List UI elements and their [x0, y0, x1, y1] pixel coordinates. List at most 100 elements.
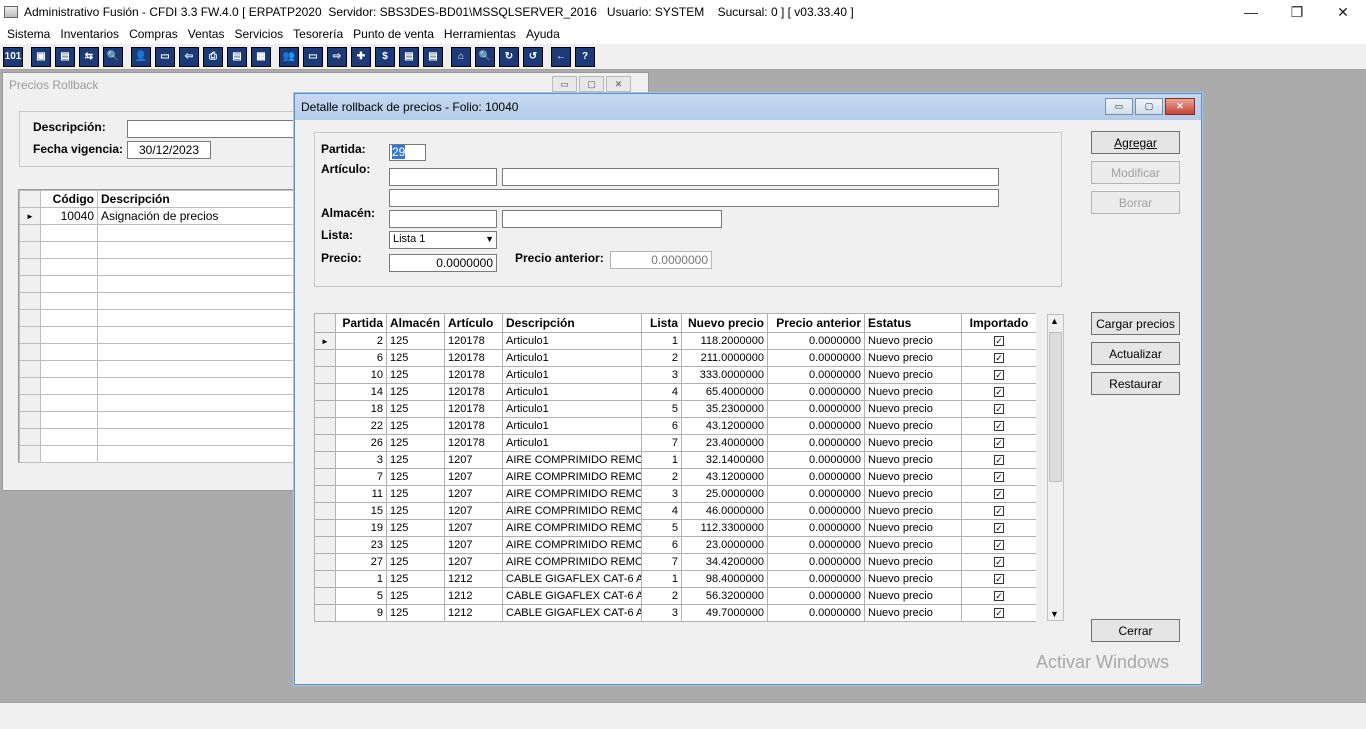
table-row[interactable] — [19, 343, 314, 361]
table-row[interactable]: 11 125 1207 AIRE COMPRIMIDO REMOV 3 25.000000… — [314, 485, 1036, 503]
maximize-button[interactable]: ▢ — [579, 76, 604, 92]
table-row[interactable]: ► 2 125 120178 Articulo1 1 118.2000000 0.000000… — [314, 332, 1036, 350]
toolbar-button-icon[interactable]: ▣ — [31, 46, 51, 67]
toolbar-button-icon[interactable]: 🔍 — [475, 46, 495, 67]
importado-checkbox[interactable]: ✓ — [994, 404, 1004, 414]
importado-checkbox[interactable]: ✓ — [994, 523, 1004, 533]
estatus-header[interactable]: Estatus — [864, 313, 962, 333]
table-row[interactable]: 27 125 1207 AIRE COMPRIMIDO REMOV 7 34.420000… — [314, 553, 1036, 571]
table-row[interactable]: 23 125 1207 AIRE COMPRIMIDO REMOV 6 23.000000… — [314, 536, 1036, 554]
menu-tesorería[interactable]: Tesorería — [288, 27, 348, 41]
articulo-code-input[interactable] — [389, 168, 497, 186]
table-row[interactable] — [19, 326, 314, 344]
menu-sistema[interactable]: Sistema — [2, 27, 55, 41]
importado-checkbox[interactable]: ✓ — [994, 506, 1004, 516]
scroll-thumb[interactable] — [1049, 332, 1062, 482]
descripcion-header[interactable]: Descripción — [97, 190, 314, 208]
modificar-button[interactable]: Modificar — [1091, 161, 1180, 184]
table-row[interactable]: 9 125 1212 CABLE GIGAFLEX CAT-6 AZ 3 49.70000… — [314, 604, 1036, 622]
lista-select[interactable]: Lista 1 ▼ — [389, 231, 497, 249]
importado-checkbox[interactable]: ✓ — [994, 608, 1004, 618]
table-row[interactable] — [19, 377, 314, 395]
toolbar-button-icon[interactable]: ⇨ — [327, 46, 347, 67]
toolbar-button-icon[interactable]: ⎙ — [203, 46, 223, 67]
scroll-down-icon[interactable]: ▼ — [1050, 609, 1059, 619]
toolbar-button-icon[interactable]: ↻ — [499, 46, 519, 67]
actualizar-button[interactable]: Actualizar — [1091, 342, 1180, 365]
toolbar-button-icon[interactable]: 🔍 — [103, 46, 123, 67]
partida-input[interactable]: 29 — [389, 144, 426, 161]
table-row[interactable]: 22 125 120178 Articulo1 6 43.1200000 0.0000000… — [314, 417, 1036, 435]
table-row[interactable]: 14 125 120178 Articulo1 4 65.4000000 0.0000000… — [314, 383, 1036, 401]
toolbar-button-icon[interactable]: ✚ — [351, 46, 371, 67]
table-row[interactable] — [19, 275, 314, 293]
table-row[interactable]: 6 125 120178 Articulo1 2 211.0000000 0.0000000… — [314, 349, 1036, 367]
partida-header[interactable]: Partida — [335, 313, 387, 333]
descripcion-header[interactable]: Descripción — [502, 313, 642, 333]
toolbar-button-icon[interactable]: ▤ — [55, 46, 75, 67]
toolbar-button-icon[interactable]: ▤ — [399, 46, 419, 67]
cerrar-button[interactable]: Cerrar — [1091, 619, 1180, 642]
toolbar-button-icon[interactable]: 101 — [3, 46, 23, 67]
table-row[interactable]: 5 125 1212 CABLE GIGAFLEX CAT-6 AZ 2 56.32000… — [314, 587, 1036, 605]
close-button[interactable]: ✕ — [1320, 0, 1366, 24]
table-row[interactable] — [19, 241, 314, 259]
table-row[interactable]: 26 125 120178 Articulo1 7 23.4000000 0.0000000… — [314, 434, 1036, 452]
table-row[interactable] — [19, 445, 314, 463]
restaurar-button[interactable]: Restaurar — [1091, 372, 1180, 395]
minimize-button[interactable]: ▭ — [1105, 98, 1133, 115]
table-row[interactable] — [19, 428, 314, 446]
importado-checkbox[interactable]: ✓ — [994, 336, 1004, 346]
importado-checkbox[interactable]: ✓ — [994, 387, 1004, 397]
toolbar-button-icon[interactable]: ▦ — [251, 46, 271, 67]
menu-ventas[interactable]: Ventas — [183, 27, 230, 41]
table-row[interactable]: 18 125 120178 Articulo1 5 35.2300000 0.0000000… — [314, 400, 1036, 418]
importado-checkbox[interactable]: ✓ — [994, 557, 1004, 567]
maximize-button[interactable]: ▢ — [1135, 98, 1163, 115]
cargar-precios-button[interactable]: Cargar precios — [1091, 312, 1180, 335]
menu-compras[interactable]: Compras — [124, 27, 183, 41]
table-row[interactable] — [19, 394, 314, 412]
articulo-desc-input[interactable] — [389, 189, 999, 207]
table-row[interactable]: 15 125 1207 AIRE COMPRIMIDO REMOV 4 46.000000… — [314, 502, 1036, 520]
table-row[interactable]: 10 125 120178 Articulo1 3 333.0000000 0.000000… — [314, 366, 1036, 384]
importado-header[interactable]: Importado — [961, 313, 1036, 333]
close-button[interactable]: ✕ — [606, 76, 631, 92]
toolbar-button-icon[interactable]: ↺ — [523, 46, 543, 67]
almacen-code-input[interactable] — [389, 210, 497, 228]
table-row[interactable]: 1 125 1212 CABLE GIGAFLEX CAT-6 AZ 1 98.40000… — [314, 570, 1036, 588]
table-row[interactable] — [19, 292, 314, 310]
descripcion-input[interactable] — [127, 120, 317, 138]
toolbar-button-icon[interactable]: 👤 — [131, 46, 151, 67]
precio-input[interactable]: 0.0000000 — [389, 254, 497, 272]
close-button[interactable]: ✕ — [1165, 98, 1195, 115]
toolbar-button-icon[interactable]: ▭ — [303, 46, 323, 67]
almacen-name-input[interactable] — [502, 210, 722, 228]
grid-scrollbar[interactable]: ▲ ▼ — [1047, 314, 1064, 621]
toolbar-button-icon[interactable]: 👥 — [279, 46, 299, 67]
articulo-name-input[interactable] — [502, 168, 999, 186]
importado-checkbox[interactable]: ✓ — [994, 489, 1004, 499]
agregar-button[interactable]: Agregar — [1091, 131, 1180, 154]
borrar-button[interactable]: Borrar — [1091, 191, 1180, 214]
toolbar-button-icon[interactable]: ▤ — [423, 46, 443, 67]
minimize-button[interactable]: ▭ — [552, 76, 577, 92]
table-row[interactable] — [19, 411, 314, 429]
menu-herramientas[interactable]: Herramientas — [439, 27, 521, 41]
toolbar-button-icon[interactable]: $ — [375, 46, 395, 67]
table-row[interactable] — [19, 258, 314, 276]
toolbar-button-icon[interactable]: ⇆ — [79, 46, 99, 67]
toolbar-button-icon[interactable]: ⌂ — [451, 46, 471, 67]
importado-checkbox[interactable]: ✓ — [994, 438, 1004, 448]
nuevo-precio-header[interactable]: Nuevo precio — [681, 313, 768, 333]
table-row[interactable]: 19 125 1207 AIRE COMPRIMIDO REMOV 5 112.33000… — [314, 519, 1036, 537]
fecha-input[interactable]: 30/12/2023 — [127, 141, 211, 159]
toolbar-button-icon[interactable]: ? — [575, 46, 595, 67]
importado-checkbox[interactable]: ✓ — [994, 353, 1004, 363]
menu-punto-de-venta[interactable]: Punto de venta — [348, 27, 439, 41]
toolbar-button-icon[interactable]: ▭ — [155, 46, 175, 67]
table-row[interactable]: ► 10040 Asignación de precios — [19, 207, 314, 225]
importado-checkbox[interactable]: ✓ — [994, 574, 1004, 584]
importado-checkbox[interactable]: ✓ — [994, 421, 1004, 431]
almacen-header[interactable]: Almacén — [386, 313, 445, 333]
